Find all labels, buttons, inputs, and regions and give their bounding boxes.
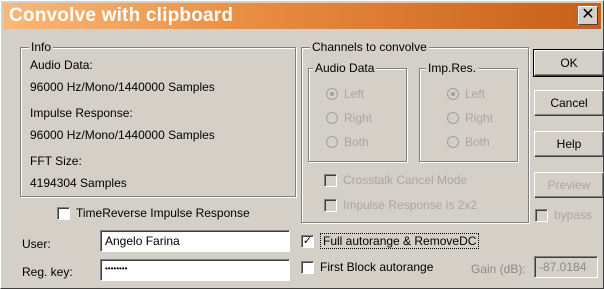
help-button[interactable]: Help (534, 131, 604, 157)
checkbox-box (324, 198, 337, 212)
impres-left-radio[interactable]: Left (447, 87, 485, 101)
radio-selected-icon (326, 88, 338, 100)
full-autorange-checkbox[interactable]: ✓ Full autorange & RemoveDC (301, 233, 480, 249)
impulse-2x2-checkbox[interactable]: Impulse Response is 2x2 (324, 198, 477, 212)
regkey-input[interactable]: •••••••• (100, 259, 290, 281)
gain-label: Gain (dB): (471, 262, 526, 276)
full-autorange-label: Full autorange & RemoveDC (320, 233, 480, 249)
radio-empty-icon (447, 112, 459, 124)
channels-group: Channels to convolve Audio Data Left Rig… (301, 40, 529, 223)
impulse-response-label: Impulse Response: (30, 106, 133, 120)
user-input[interactable]: Angelo Farina (100, 230, 290, 252)
timereverse-label: TimeReverse Impulse Response (76, 206, 250, 220)
title-bar[interactable]: Convolve with clipboard ✕ (3, 3, 601, 29)
radio-empty-icon (326, 136, 338, 148)
impulse-2x2-label: Impulse Response is 2x2 (343, 198, 478, 212)
fft-size-value: 4194304 Samples (30, 176, 127, 190)
impres-channel-label: Imp.Res. (426, 61, 479, 75)
first-block-autorange-checkbox[interactable]: First Block autorange (301, 260, 433, 274)
audio-left-radio[interactable]: Left (326, 87, 364, 101)
audio-data-value: 96000 Hz/Mono/1440000 Samples (30, 80, 215, 94)
radio-selected-icon (447, 88, 459, 100)
impulse-response-value: 96000 Hz/Mono/1440000 Samples (30, 128, 215, 142)
convolve-dialog: Convolve with clipboard ✕ Info Audio Dat… (0, 0, 604, 289)
bypass-label: bypass (554, 208, 593, 222)
impres-left-label: Left (465, 87, 486, 101)
audio-data-channel-group: Audio Data Left Right Both (308, 61, 407, 162)
fft-size-label: FFT Size: (30, 154, 82, 168)
checkbox-box (324, 173, 337, 187)
radio-empty-icon (326, 112, 338, 124)
timereverse-checkbox[interactable]: TimeReverse Impulse Response (57, 206, 250, 220)
impres-right-radio[interactable]: Right (447, 111, 493, 125)
audio-data-channel-label: Audio Data (313, 61, 377, 75)
audio-data-label: Audio Data: (30, 58, 93, 72)
radio-empty-icon (447, 136, 459, 148)
channels-group-label: Channels to convolve (310, 40, 429, 54)
audio-left-label: Left (344, 87, 365, 101)
crosstalk-cancel-checkbox[interactable]: Crosstalk Cancel Mode (324, 173, 467, 187)
crosstalk-cancel-label: Crosstalk Cancel Mode (343, 173, 468, 187)
impres-right-label: Right (465, 111, 494, 125)
info-group-label: Info (29, 40, 54, 54)
impres-both-radio[interactable]: Both (447, 135, 490, 149)
close-icon[interactable]: ✕ (578, 6, 598, 25)
audio-both-radio[interactable]: Both (326, 135, 369, 149)
cancel-button[interactable]: Cancel (534, 90, 604, 116)
info-group: Info Audio Data: 96000 Hz/Mono/1440000 S… (20, 40, 296, 197)
checkbox-box (57, 206, 70, 220)
impres-channel-group: Imp.Res. Left Right Both (419, 61, 518, 162)
audio-right-label: Right (344, 111, 373, 125)
ok-button[interactable]: OK (533, 49, 604, 77)
bypass-checkbox[interactable]: bypass (535, 208, 592, 222)
checkmark-icon: ✓ (301, 234, 314, 248)
audio-both-label: Both (344, 135, 369, 149)
impres-both-label: Both (465, 135, 490, 149)
first-block-autorange-label: First Block autorange (320, 260, 434, 274)
preview-button[interactable]: Preview (534, 172, 604, 198)
user-label: User: (22, 237, 51, 251)
dialog-title: Convolve with clipboard (9, 5, 234, 26)
regkey-label: Reg. key: (22, 265, 73, 279)
audio-right-radio[interactable]: Right (326, 111, 372, 125)
checkbox-box (301, 260, 314, 274)
checkbox-box (535, 208, 548, 222)
gain-input[interactable]: -87.0184 (534, 256, 598, 278)
